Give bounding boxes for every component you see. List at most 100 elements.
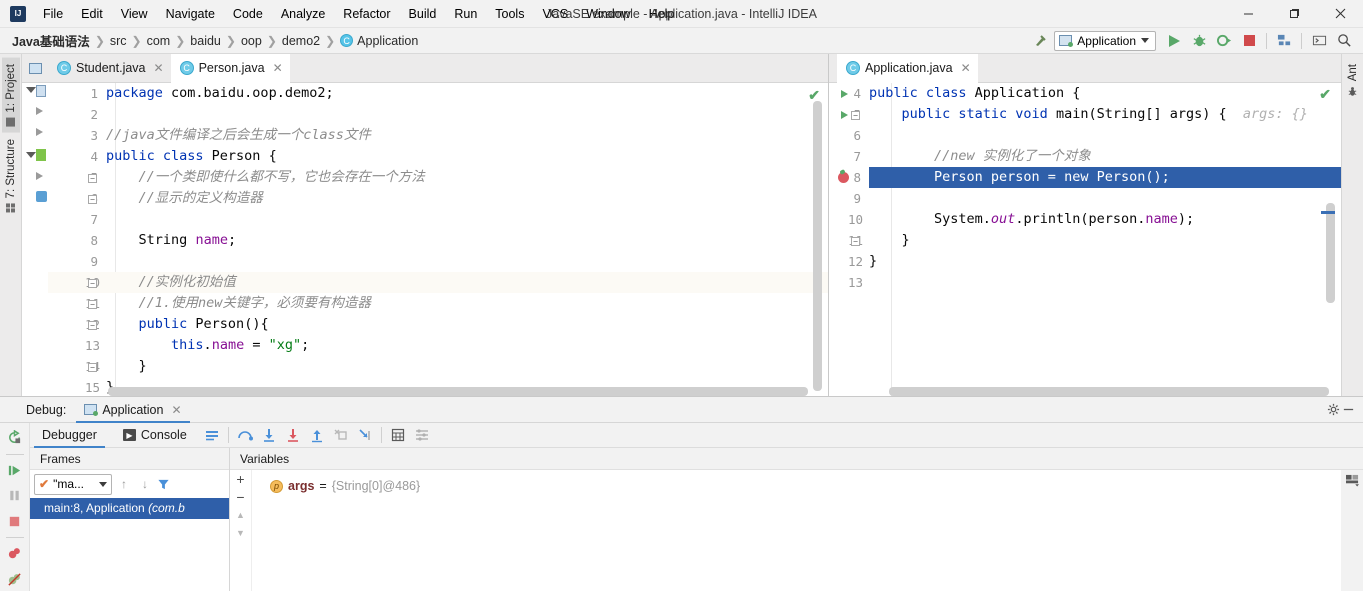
step-into-button[interactable]	[258, 424, 280, 446]
evaluate-expression-button[interactable]	[387, 424, 409, 446]
code-line[interactable]: //实例化初始值	[106, 272, 828, 293]
code-line[interactable]: //显示的定义构造器	[106, 188, 828, 209]
breadcrumb-item-baidu[interactable]: baidu	[186, 34, 225, 48]
view-breakpoints-button[interactable]	[2, 542, 28, 566]
gutter-line[interactable]: 7	[829, 146, 869, 167]
code-line[interactable]: }	[869, 251, 1341, 272]
run-to-cursor-button[interactable]	[354, 424, 376, 446]
variables-list[interactable]: p args = {String[0]@486}	[252, 470, 1341, 591]
debug-session-tab[interactable]: Application ✕	[76, 397, 190, 423]
menu-vcs[interactable]: VCS	[533, 4, 577, 24]
tab-console[interactable]: ▶ Console	[111, 423, 199, 448]
breadcrumb-item-application[interactable]: C Application	[336, 34, 422, 48]
run-configuration-selector[interactable]: Application	[1054, 30, 1156, 51]
tab-application-java[interactable]: C Application.java ✕	[837, 54, 978, 83]
code-area-right[interactable]: public class Application { public static…	[869, 83, 1341, 396]
breadcrumb-item-src[interactable]: src	[106, 34, 131, 48]
gutter-line[interactable]: 10−	[48, 272, 106, 293]
gutter-line[interactable]: 6−	[48, 188, 106, 209]
gutter-line[interactable]: 8	[48, 230, 106, 251]
editor-tabs-pin[interactable]	[22, 54, 48, 82]
code-line[interactable]	[869, 272, 1341, 293]
close-button[interactable]	[1317, 0, 1363, 28]
fold-toggle-icon[interactable]: −	[88, 321, 97, 330]
gutter-line[interactable]: 12	[829, 251, 869, 272]
tab-student-java[interactable]: C Student.java ✕	[48, 54, 171, 82]
close-icon[interactable]: ✕	[961, 61, 971, 75]
code-line[interactable]: //java文件编译之后会生成一个class文件	[106, 125, 828, 146]
menu-view[interactable]: View	[112, 4, 157, 24]
gutter-line[interactable]: 4	[48, 146, 106, 167]
variable-row[interactable]: p args = {String[0]@486}	[252, 476, 1341, 496]
menu-build[interactable]: Build	[400, 4, 446, 24]
editor-scrollbar-horizontal[interactable]	[108, 387, 808, 396]
run-gutter-icon[interactable]	[841, 111, 848, 119]
code-line[interactable]: public static void main(String[] args) {…	[869, 104, 1341, 125]
frame-up-button[interactable]: ↑	[115, 477, 133, 491]
breadcrumb-item-com[interactable]: com	[143, 34, 175, 48]
gutter-line[interactable]: 7	[48, 209, 106, 230]
editor-content-left[interactable]: 1 2 3 4 5−6− 7 8 9 10−11−12− 13 14− 15 package com.…	[22, 83, 828, 396]
gutter-line[interactable]: 13	[829, 272, 869, 293]
sidebar-item-project[interactable]: 1: Project	[1, 58, 20, 133]
breadcrumb-item-demo2[interactable]: demo2	[278, 34, 324, 48]
hammer-icon[interactable]	[1029, 31, 1051, 51]
menu-refactor[interactable]: Refactor	[334, 4, 399, 24]
fold-toggle-icon[interactable]: −	[88, 174, 97, 183]
run-button[interactable]	[1163, 31, 1185, 51]
gutter-line[interactable]: 9	[829, 188, 869, 209]
gutter-line[interactable]: 11−	[829, 230, 869, 251]
force-step-into-button[interactable]	[282, 424, 304, 446]
funnel-icon[interactable]	[157, 478, 175, 491]
sidebar-item-structure[interactable]: 7: Structure	[2, 133, 20, 218]
fold-toggle-icon[interactable]: −	[88, 195, 97, 204]
code-line[interactable]: public class Application {	[869, 83, 1341, 104]
add-watch-button[interactable]: +	[236, 472, 244, 486]
menu-run[interactable]: Run	[445, 4, 486, 24]
code-line[interactable]: Person person = new Person();	[869, 167, 1341, 188]
gutter-line[interactable]: 3	[48, 125, 106, 146]
code-line[interactable]: String name;	[106, 230, 828, 251]
gutter-line[interactable]: 1	[48, 83, 106, 104]
gear-icon[interactable]	[1327, 403, 1340, 416]
minimize-button[interactable]	[1225, 0, 1271, 28]
code-line[interactable]: package com.baidu.oop.demo2;	[106, 83, 828, 104]
menu-file[interactable]: File	[34, 4, 72, 24]
code-line[interactable]	[106, 104, 828, 125]
code-line[interactable]	[106, 209, 828, 230]
fold-toggle-icon[interactable]: −	[88, 363, 97, 372]
move-up-button[interactable]: ▲	[236, 508, 245, 522]
code-line[interactable]: System.out.println(person.name);	[869, 209, 1341, 230]
frame-list-item[interactable]: main:8, Application (com.b	[30, 498, 229, 519]
breakpoint-icon[interactable]	[838, 172, 849, 183]
remove-watch-button[interactable]: −	[236, 490, 244, 504]
minimize-icon[interactable]	[1342, 403, 1355, 416]
gutter-line[interactable]: 13	[48, 335, 106, 356]
gutter-line[interactable]: 6	[829, 125, 869, 146]
code-line[interactable]: }	[869, 230, 1341, 251]
stop-button[interactable]	[1238, 31, 1260, 51]
project-structure-button[interactable]	[1273, 31, 1295, 51]
menu-edit[interactable]: Edit	[72, 4, 112, 24]
fold-toggle-icon[interactable]: −	[851, 111, 860, 120]
code-line[interactable]: public Person(){	[106, 314, 828, 335]
sidebar-item-ant[interactable]: Ant	[1344, 58, 1362, 103]
tab-person-java[interactable]: C Person.java ✕	[170, 54, 290, 83]
gutter-line[interactable]: 14−	[48, 356, 106, 377]
mute-breakpoints-button[interactable]	[2, 567, 28, 591]
editor-scrollbar-vertical[interactable]	[813, 101, 822, 391]
move-down-button[interactable]: ▼	[236, 526, 245, 540]
breadcrumb-item-project[interactable]: Java基础语法	[8, 31, 94, 50]
editor-scrollbar-vertical[interactable]	[1326, 203, 1335, 303]
terminal-button[interactable]	[1308, 31, 1330, 51]
code-area-left[interactable]: package com.baidu.oop.demo2; //java文件编译之…	[106, 83, 828, 396]
step-over-button[interactable]	[234, 424, 256, 446]
sliders-icon[interactable]	[411, 424, 433, 446]
tab-debugger[interactable]: Debugger	[30, 423, 109, 448]
code-line[interactable]: //一个类即使什么都不写，它也会存在一个方法	[106, 167, 828, 188]
close-icon[interactable]: ✕	[273, 61, 283, 75]
breadcrumb-item-oop[interactable]: oop	[237, 34, 266, 48]
gutter-line[interactable]: 11−	[48, 293, 106, 314]
thread-selector[interactable]: ✔ "ma...	[34, 473, 112, 495]
gutter-line[interactable]: 5−	[829, 104, 869, 125]
